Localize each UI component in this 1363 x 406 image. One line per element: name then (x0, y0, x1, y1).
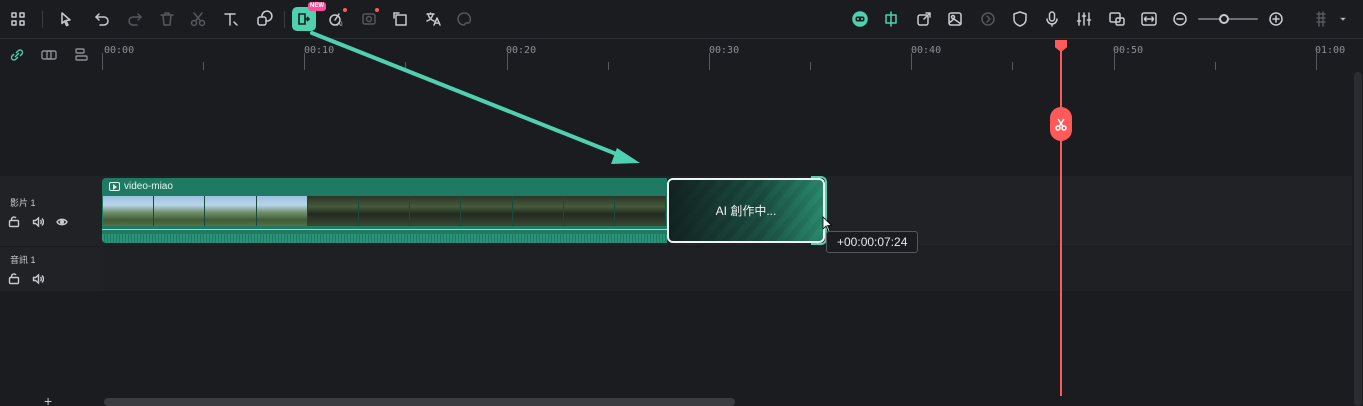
notification-dot (375, 8, 379, 12)
transform-icon[interactable] (388, 7, 412, 31)
thumbnail (410, 196, 462, 226)
ruler-label: 00:20 (506, 45, 537, 56)
ruler-label: 00:10 (304, 45, 335, 56)
thumbnail (512, 196, 564, 226)
split-button[interactable] (1050, 107, 1072, 141)
audio-waveform (102, 234, 667, 243)
thumbnail (307, 196, 359, 226)
playhead[interactable] (1060, 40, 1062, 396)
chevron-down-icon[interactable] (1336, 7, 1350, 31)
clip-name: video-miao (124, 181, 173, 192)
thumbnail (358, 196, 411, 226)
ruler-minor-tick (1215, 62, 1216, 70)
image-icon[interactable] (943, 7, 967, 31)
video-track-label: 影片 1 (10, 198, 36, 208)
speaker-icon[interactable] (32, 272, 46, 286)
thumbnail (256, 196, 308, 226)
zoom-out-icon[interactable] (1168, 7, 1192, 31)
fit-icon[interactable] (1137, 7, 1161, 31)
thumbnail (563, 196, 615, 226)
clip-divider (102, 229, 667, 230)
svg-text:AI: AI (337, 22, 343, 28)
translate-icon[interactable] (421, 7, 445, 31)
audio-track-label: 音訊 1 (10, 255, 36, 265)
redo-icon[interactable] (123, 7, 147, 31)
lock-icon[interactable] (8, 272, 22, 286)
delete-icon[interactable] (155, 7, 179, 31)
speaker-icon[interactable] (32, 215, 46, 229)
toolbar-divider (42, 11, 43, 28)
video-clip[interactable]: video-miao (102, 178, 667, 243)
eye-icon[interactable] (56, 215, 70, 229)
track-layout-icon[interactable] (73, 48, 91, 64)
ai-generating-clip[interactable]: AI 創作中... (667, 178, 825, 243)
layout-icon[interactable] (1311, 7, 1335, 31)
mic-icon[interactable] (1040, 7, 1064, 31)
timeline-ruler[interactable]: 00:00 00:10 00:20 00:30 00:40 00:50 01:0… (0, 40, 1363, 70)
scissors-icon (1055, 118, 1067, 131)
link-icon[interactable] (9, 48, 27, 64)
speed-icon[interactable] (976, 7, 1000, 31)
ruler-tick (102, 53, 103, 70)
grid-icon[interactable] (6, 7, 30, 31)
ai-robot-icon[interactable] (848, 7, 872, 31)
audio-track-lane[interactable] (103, 247, 1352, 291)
ruler-minor-tick (203, 62, 204, 70)
duration-tooltip: +00:00:07:24 (826, 231, 919, 253)
thumbnail (103, 196, 155, 226)
shield-icon[interactable] (1008, 7, 1032, 31)
ruler-minor-tick (608, 62, 609, 70)
snap-icon[interactable] (879, 7, 903, 31)
ruler-label: 00:50 (1113, 45, 1144, 56)
zoom-slider-thumb[interactable] (1219, 14, 1229, 24)
ruler-label: 01:00 (1315, 45, 1346, 56)
zoom-in-icon[interactable] (1264, 7, 1288, 31)
ai-generating-text: AI 創作中... (715, 204, 777, 218)
ruler-minor-tick (405, 62, 406, 70)
ruler-minor-tick (810, 62, 811, 70)
ruler-label: 00:40 (911, 45, 942, 56)
ai-clip-extend-icon (298, 13, 311, 25)
toolbar: NEW AI (0, 0, 1363, 39)
ruler-label: 00:30 (709, 45, 740, 56)
crop-icon[interactable] (252, 7, 276, 31)
cut-icon[interactable] (186, 7, 210, 31)
add-track-button[interactable]: + (44, 393, 52, 406)
export-icon[interactable] (912, 7, 936, 31)
horizontal-scrollbar[interactable] (104, 398, 735, 406)
toolbar-divider (284, 11, 285, 28)
ruler-minor-tick (1012, 62, 1013, 70)
vertical-scrollbar[interactable] (1354, 72, 1362, 406)
thumbnail (154, 196, 206, 226)
ruler-label: 00:00 (104, 45, 135, 56)
mixer-icon[interactable] (1072, 7, 1096, 31)
thumbnail (614, 196, 667, 226)
notification-dot (343, 8, 347, 12)
ai-palette-icon[interactable] (452, 7, 476, 31)
text-icon[interactable] (219, 7, 243, 31)
thumbnail (205, 196, 257, 226)
undo-icon[interactable] (90, 7, 114, 31)
replace-icon[interactable] (1105, 7, 1129, 31)
thumbnail (461, 196, 513, 226)
clip-thumbnails (103, 196, 667, 226)
lock-icon[interactable] (8, 215, 22, 229)
select-arrow-icon[interactable] (55, 7, 79, 31)
group-icon[interactable] (41, 48, 59, 64)
video-clip-icon (109, 182, 120, 191)
